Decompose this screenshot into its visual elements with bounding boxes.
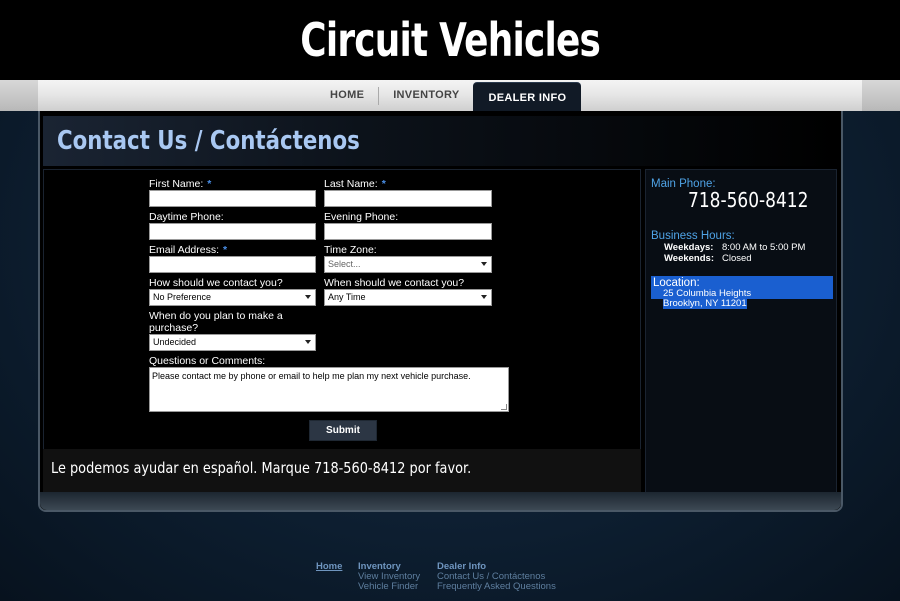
main-navbar: HOME INVENTORY DEALER INFO — [0, 80, 900, 111]
last-name-label-text: Last Name: — [324, 178, 378, 190]
time-zone-label: Time Zone: — [324, 244, 377, 256]
required-marker: * — [381, 178, 386, 190]
last-name-label: Last Name: * — [324, 178, 386, 190]
site-header: Circuit Vehicles — [0, 0, 900, 80]
required-marker: * — [207, 178, 212, 190]
purchase-plan-label-line2: purchase? — [149, 322, 199, 334]
footer-col-dealer: Dealer Info Contact Us / Contáctenos Fre… — [437, 562, 556, 592]
comments-label: Questions or Comments: — [149, 355, 266, 367]
contact-method-select[interactable]: No Preference — [149, 289, 316, 306]
dropdown-arrow-icon — [305, 340, 311, 344]
navbar-edge-left — [0, 80, 38, 111]
footer-col-inventory: Inventory View Inventory Vehicle Finder — [358, 562, 420, 592]
nav-menu: HOME INVENTORY DEALER INFO — [316, 80, 582, 111]
purchase-plan-value: Undecided — [153, 337, 197, 347]
main-phone-number[interactable]: 718-560-8412 — [688, 188, 808, 212]
dropdown-arrow-icon — [305, 295, 311, 299]
dropdown-arrow-icon — [481, 295, 487, 299]
site-logo[interactable]: Circuit Vehicles — [300, 0, 601, 80]
hours-row-weekdays: Weekdays: 8:00 AM to 5:00 PM — [664, 242, 805, 253]
comments-textarea[interactable]: Please contact me by phone or email to h… — [149, 367, 509, 412]
first-name-label-text: First Name: — [149, 178, 204, 190]
time-zone-select[interactable]: Select... — [324, 256, 492, 273]
nav-inventory[interactable]: INVENTORY — [379, 80, 473, 111]
dropdown-arrow-icon — [481, 262, 487, 266]
first-name-label: First Name: * — [149, 178, 211, 190]
spanish-help-text: Le podemos ayudar en español. Marque 718… — [51, 459, 472, 477]
hours-day: Weekends: — [664, 253, 714, 264]
footer-link-vehicle-finder[interactable]: Vehicle Finder — [358, 582, 420, 592]
purchase-plan-label-line1: When do you plan to make a — [149, 310, 283, 322]
email-input[interactable] — [149, 256, 316, 273]
hours-time: Closed — [722, 253, 752, 264]
purchase-plan-select[interactable]: Undecided — [149, 334, 316, 351]
contact-time-select[interactable]: Any Time — [324, 289, 492, 306]
contact-method-value: No Preference — [153, 292, 212, 302]
evening-phone-label: Evening Phone: — [324, 211, 399, 223]
resize-grip-icon[interactable] — [501, 404, 507, 410]
first-name-input[interactable] — [149, 190, 316, 207]
comments-value: Please contact me by phone or email to h… — [152, 371, 471, 381]
business-hours-label: Business Hours: — [651, 230, 735, 242]
submit-button[interactable]: Submit — [309, 420, 377, 441]
contact-time-value: Any Time — [328, 292, 366, 302]
page-title: Contact Us / Contáctenos — [57, 126, 360, 156]
required-marker: * — [223, 244, 228, 256]
footer-col-home: Home — [316, 562, 342, 572]
hours-row-weekends: Weekends: Closed — [664, 253, 752, 264]
footer-link-home[interactable]: Home — [316, 562, 342, 572]
nav-dealer-info[interactable]: DEALER INFO — [473, 83, 582, 111]
hours-day: Weekdays: — [664, 242, 714, 253]
hours-time: 8:00 AM to 5:00 PM — [722, 242, 806, 253]
last-name-input[interactable] — [324, 190, 492, 207]
evening-phone-input[interactable] — [324, 223, 492, 240]
title-bar: Contact Us / Contáctenos — [43, 116, 840, 166]
navbar-edge-right — [862, 80, 900, 111]
contact-form: First Name: * Last Name: * Daytime Phone: … — [43, 169, 641, 494]
contact-method-label: How should we contact you? — [149, 277, 283, 289]
daytime-phone-label: Daytime Phone: — [149, 211, 224, 223]
address-line-2: Brooklyn, NY 11201 — [663, 298, 747, 309]
spanish-help-note: Le podemos ayudar en español. Marque 718… — [43, 449, 641, 494]
daytime-phone-input[interactable] — [149, 223, 316, 240]
email-label-text: Email Address: — [149, 244, 220, 256]
nav-home[interactable]: HOME — [316, 80, 378, 111]
contact-time-label: When should we contact you? — [324, 277, 465, 289]
panel-footer-bar — [40, 492, 841, 510]
contact-sidebar: Main Phone: 718-560-8412 Business Hours:… — [645, 169, 837, 494]
footer-link-faq[interactable]: Frequently Asked Questions — [437, 582, 556, 592]
content-panel: Contact Us / Contáctenos First Name: * La… — [38, 111, 843, 512]
time-zone-value: Select... — [328, 259, 361, 269]
email-label: Email Address: * — [149, 244, 227, 256]
